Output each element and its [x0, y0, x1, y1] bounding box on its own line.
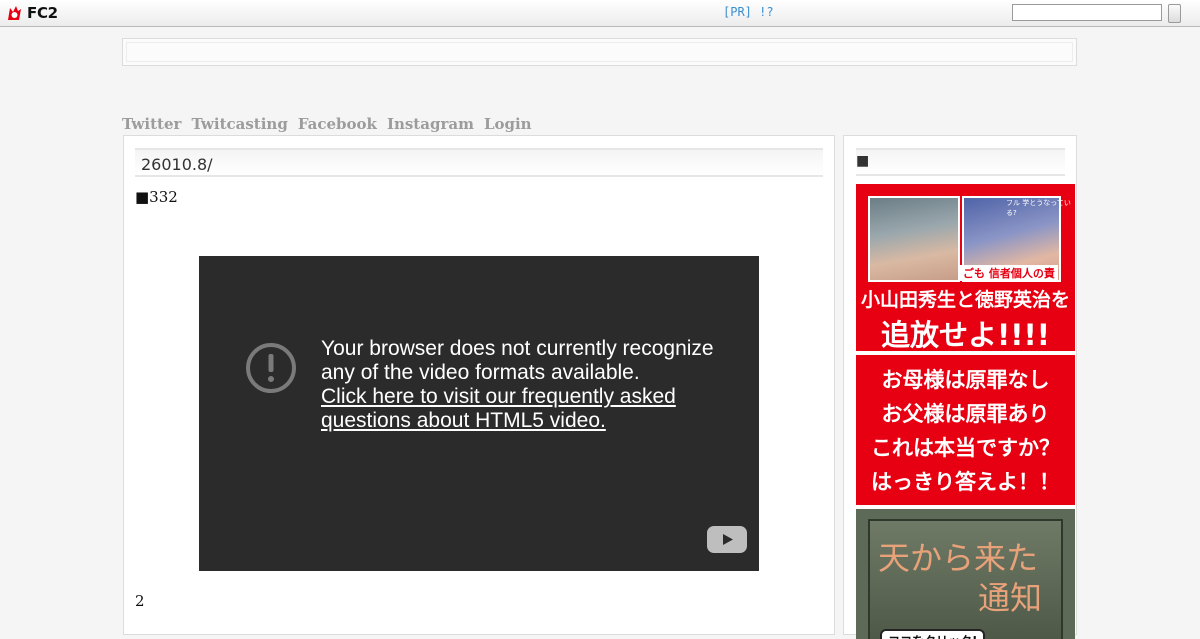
- ad2-text: お母様は原罪なし お父様は原罪あり これは本当ですか？ はっきり答えよ！！: [856, 363, 1075, 499]
- fc2-logo-text: FC2: [27, 4, 58, 22]
- nav-twitcasting[interactable]: Twitcasting: [191, 115, 287, 133]
- nav-login[interactable]: Login: [484, 115, 532, 133]
- ad-photo-left: [868, 196, 960, 282]
- entry-title-bar: 26010.8/: [135, 148, 823, 177]
- ad1-headline: 小山田秀生と徳野英治を: [860, 289, 1070, 311]
- ad2-line: これは本当ですか？: [871, 436, 1060, 460]
- book-title-line2: 通知: [978, 579, 1043, 617]
- ad2-line: お父様は原罪あり: [881, 402, 1050, 426]
- sidebar: ■ フル 学とうなっている? ごも 信者個人の責 小山田秀生と徳野英治を 追放せ…: [843, 135, 1077, 639]
- nav-facebook[interactable]: Facebook: [298, 115, 377, 133]
- ad1-callout: 追放せよ!!!!: [881, 318, 1050, 351]
- header-banner: [122, 38, 1077, 66]
- main-content: 26010.8/ ■332 Your browser does not curr…: [123, 135, 835, 635]
- book-click-button[interactable]: ココをクリック!: [880, 629, 986, 639]
- search-button[interactable]: [1168, 4, 1181, 23]
- ad2-line: お母様は原罪なし: [881, 368, 1050, 392]
- video-error-text: Your browser does not currently recogniz…: [321, 337, 714, 384]
- fc2-logo[interactable]: FC2: [6, 4, 58, 22]
- video-error-message: Your browser does not currently recogniz…: [321, 337, 721, 433]
- warning-icon: [246, 343, 296, 393]
- fc2-logo-icon: [8, 5, 21, 20]
- social-nav: Twitter Twitcasting Facebook Instagram L…: [122, 115, 532, 133]
- entry-title[interactable]: 26010.8/: [141, 155, 213, 174]
- youtube-play-icon[interactable]: [707, 526, 747, 553]
- pr-link[interactable]: [PR] !?: [723, 5, 774, 19]
- entry-footer-text: 2: [135, 592, 145, 610]
- nav-twitter[interactable]: Twitter: [122, 115, 181, 133]
- entry-subtitle: ■332: [135, 188, 178, 206]
- ad2-line: はっきり答えよ！！: [871, 470, 1060, 494]
- sidebar-ad-banner-3[interactable]: 天から来た 通知 ココをクリック!: [856, 509, 1075, 639]
- sidebar-title: ■: [856, 153, 870, 169]
- video-player[interactable]: Your browser does not currently recogniz…: [199, 256, 759, 571]
- sidebar-ad-banner-2[interactable]: お母様は原罪なし お父様は原罪あり これは本当ですか？ はっきり答えよ！！: [856, 355, 1075, 505]
- search-input[interactable]: [1012, 4, 1162, 21]
- ad-photo-tag: フル 学とうなっている?: [1006, 199, 1071, 217]
- nav-instagram[interactable]: Instagram: [387, 115, 474, 133]
- sidebar-title-bar: ■: [856, 148, 1065, 176]
- html5-faq-link[interactable]: Click here to visit our frequently asked…: [321, 385, 721, 433]
- book-cover: 天から来た 通知 ココをクリック!: [868, 519, 1063, 639]
- sidebar-ad-banner-1[interactable]: フル 学とうなっている? ごも 信者個人の責 小山田秀生と徳野英治を 追放せよ!…: [856, 184, 1075, 351]
- ad-photo-label: ごも 信者個人の責: [960, 265, 1058, 281]
- fc2-header-bar: FC2 [PR] !?: [0, 0, 1200, 27]
